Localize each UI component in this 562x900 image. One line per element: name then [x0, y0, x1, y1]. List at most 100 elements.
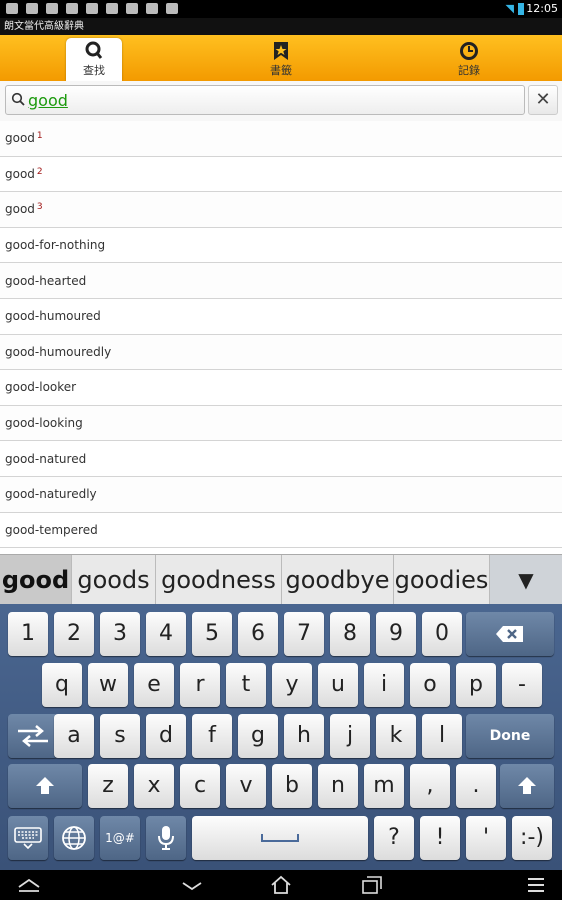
key-letter[interactable]: g	[238, 714, 278, 758]
voice-input-key[interactable]	[146, 816, 186, 860]
list-item-word: good-hearted	[5, 273, 87, 288]
key-letter[interactable]: c	[180, 764, 220, 808]
key-letter[interactable]: i	[364, 663, 404, 707]
key-symbol[interactable]: :-)	[512, 816, 552, 860]
keyboard-settings-key[interactable]	[8, 816, 48, 860]
tab-bar: 查找 書籤 記錄	[0, 35, 562, 81]
keyboard-icon	[14, 827, 42, 850]
suggestion-item[interactable]: goodbye	[282, 555, 394, 605]
shift-key-left[interactable]	[8, 764, 82, 808]
key-symbol[interactable]: '	[466, 816, 506, 860]
key-number[interactable]: 6	[238, 612, 278, 656]
space-key[interactable]	[192, 816, 368, 860]
list-item[interactable]: good-humoured	[0, 298, 562, 335]
key-number[interactable]: 4	[146, 612, 186, 656]
tab-bookmarks[interactable]: 書籤	[255, 35, 307, 81]
home-icon[interactable]	[269, 875, 293, 895]
key-letter[interactable]: s	[100, 714, 140, 758]
list-item[interactable]: good-natured	[0, 441, 562, 477]
back-down-icon[interactable]	[180, 875, 204, 895]
search-input[interactable]	[28, 89, 518, 111]
list-item[interactable]: good-hearted	[0, 263, 562, 299]
key-number[interactable]: 0	[422, 612, 462, 656]
tab-search[interactable]: 查找	[66, 38, 122, 81]
key-letter[interactable]: e	[134, 663, 174, 707]
key-number[interactable]: 7	[284, 612, 324, 656]
mail-icon	[66, 3, 78, 14]
expand-suggestions-button[interactable]: ▼	[490, 555, 562, 605]
list-item[interactable]: good 2	[0, 156, 562, 193]
list-item-word: good-tempered	[5, 522, 98, 537]
key-letter[interactable]: b	[272, 764, 312, 808]
homograph-number: 3	[36, 202, 43, 213]
suggestion-item[interactable]: goods	[72, 555, 156, 605]
key-number[interactable]: 9	[376, 612, 416, 656]
key-letter[interactable]: -	[502, 663, 542, 707]
clear-button[interactable]: ✕	[528, 85, 558, 115]
key-letter[interactable]: l	[422, 714, 462, 758]
notification-icon	[6, 3, 18, 14]
key-letter[interactable]: m	[364, 764, 404, 808]
key-symbol[interactable]: !	[420, 816, 460, 860]
list-item-word: good-humouredly	[5, 344, 112, 359]
key-letter[interactable]: d	[146, 714, 186, 758]
key-letter[interactable]: z	[88, 764, 128, 808]
key-letter[interactable]: j	[330, 714, 370, 758]
list-item[interactable]: good-tempered	[0, 512, 562, 549]
shift-key-right[interactable]	[500, 764, 554, 808]
list-item-word: good	[5, 131, 35, 146]
globe-icon	[62, 826, 86, 850]
key-letter[interactable]: o	[410, 663, 450, 707]
key-number[interactable]: 2	[54, 612, 94, 656]
search-box[interactable]	[5, 85, 525, 115]
language-key[interactable]	[54, 816, 94, 860]
list-item[interactable]: good 1	[0, 121, 562, 157]
key-number[interactable]: 1	[8, 612, 48, 656]
key-number[interactable]: 3	[100, 612, 140, 656]
key-letter[interactable]: .	[456, 764, 496, 808]
play-icon	[166, 3, 178, 14]
suggestion-item[interactable]: goodies	[394, 555, 490, 605]
key-letter[interactable]: h	[284, 714, 324, 758]
key-letter[interactable]: ,	[410, 764, 450, 808]
tab-history[interactable]: 記錄	[444, 35, 494, 81]
key-letter[interactable]: y	[272, 663, 312, 707]
list-item[interactable]: good 3	[0, 192, 562, 228]
homograph-number: 2	[36, 166, 43, 177]
list-item-word: good	[5, 166, 35, 181]
microphone-icon	[158, 826, 174, 850]
clock: 12:05	[526, 2, 558, 15]
suggestion-item[interactable]: good	[0, 555, 72, 605]
key-letter[interactable]: f	[192, 714, 232, 758]
key-symbol[interactable]: ?	[374, 816, 414, 860]
key-letter[interactable]: w	[88, 663, 128, 707]
key-letter[interactable]: x	[134, 764, 174, 808]
key-letter[interactable]: u	[318, 663, 358, 707]
list-item[interactable]: good-for-nothing	[0, 227, 562, 264]
list-item[interactable]: good-looker	[0, 370, 562, 406]
key-number[interactable]: 5	[192, 612, 232, 656]
key-letter[interactable]: k	[376, 714, 416, 758]
key-letter[interactable]: n	[318, 764, 358, 808]
menu-icon[interactable]	[524, 875, 548, 895]
key-letter[interactable]: p	[456, 663, 496, 707]
symbols-key[interactable]: 1@#	[100, 816, 140, 860]
recent-apps-icon[interactable]	[359, 875, 383, 895]
hide-keyboard-icon[interactable]	[17, 875, 41, 895]
list-item[interactable]: good-looking	[0, 405, 562, 442]
key-letter[interactable]: q	[42, 663, 82, 707]
key-letter[interactable]: a	[54, 714, 94, 758]
play-icon	[86, 3, 98, 14]
tab-key[interactable]	[8, 714, 58, 758]
keyboard: Done 1@# 123456789 0 q w e r t y u i o p…	[0, 604, 562, 870]
key-letter[interactable]: v	[226, 764, 266, 808]
key-letter[interactable]: t	[226, 663, 266, 707]
list-item[interactable]: good-naturedly	[0, 476, 562, 513]
done-key[interactable]: Done	[466, 714, 554, 758]
key-number[interactable]: 8	[330, 612, 370, 656]
suggestion-item[interactable]: goodness	[156, 555, 282, 605]
key-letter[interactable]: r	[180, 663, 220, 707]
shift-icon	[518, 777, 536, 794]
backspace-key[interactable]	[466, 612, 554, 656]
list-item[interactable]: good-humouredly	[0, 334, 562, 371]
